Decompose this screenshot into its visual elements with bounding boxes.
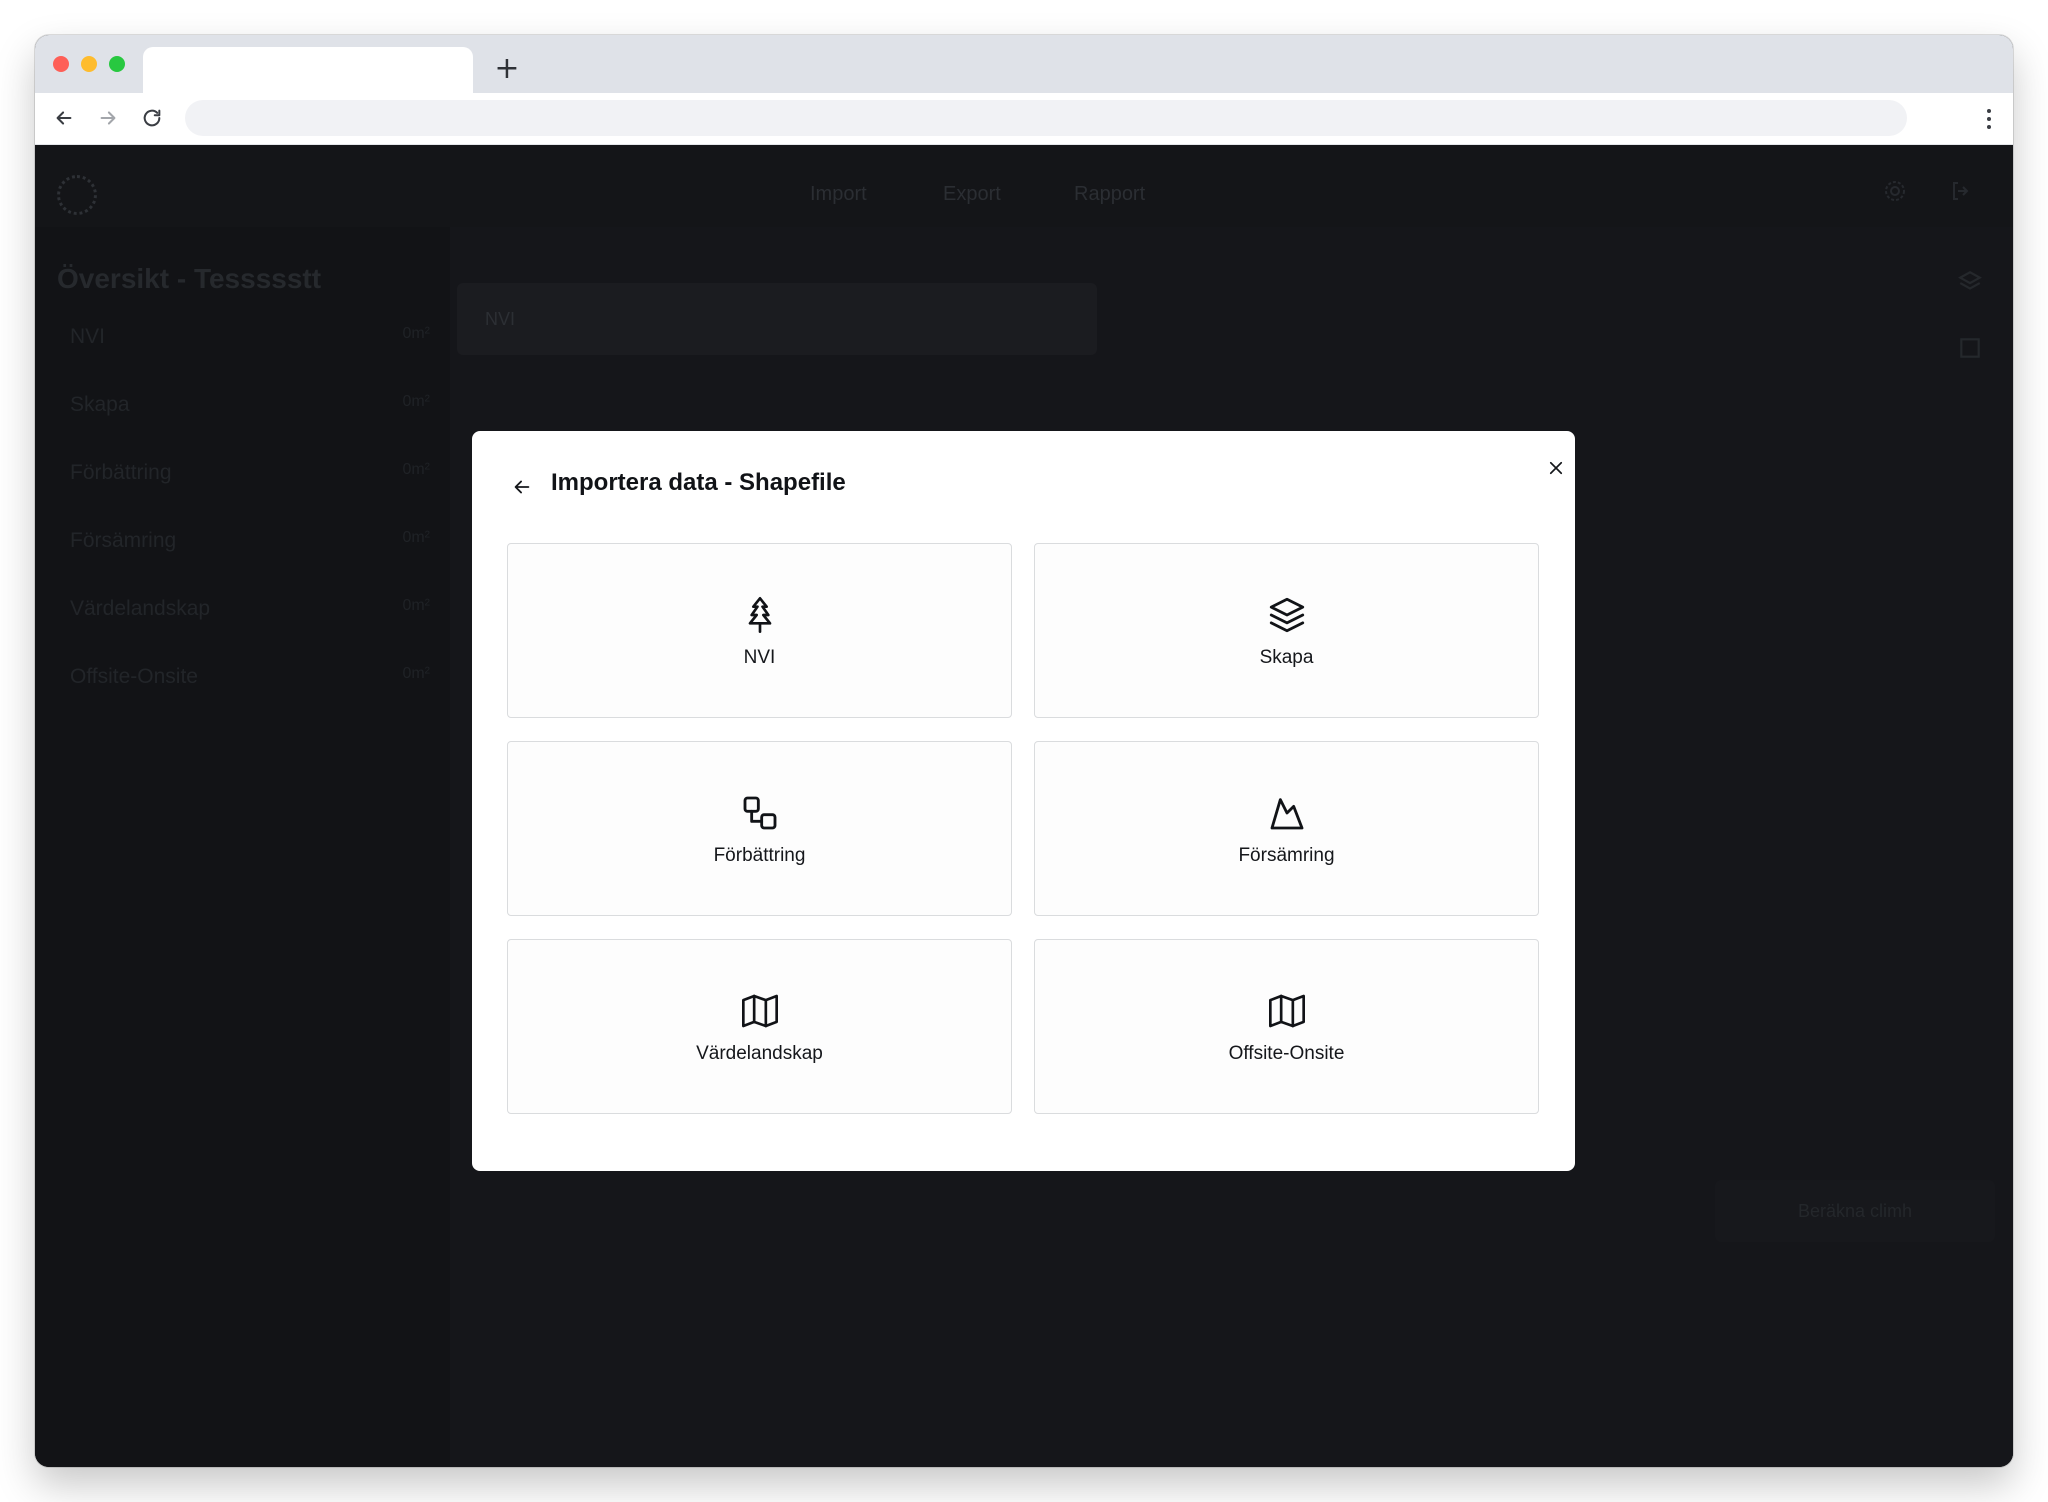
reload-button[interactable] <box>137 103 167 133</box>
sidebar-item-offsite-onsite[interactable]: Offsite-Onsite 0m² <box>70 665 430 705</box>
close-icon <box>1549 461 1563 475</box>
workflow-icon <box>738 791 782 835</box>
import-option-label: Skapa <box>1259 646 1314 668</box>
sidebar-item-label: Värdelandskap <box>70 597 211 620</box>
sidebar-item-value: 0m² <box>402 461 430 478</box>
reload-icon <box>143 109 161 127</box>
import-option-forsamring[interactable]: Försämring <box>1034 741 1539 916</box>
menu-import[interactable]: Import <box>810 183 867 206</box>
layers-icon <box>1265 593 1309 637</box>
import-option-label: NVI <box>743 646 776 668</box>
sidebar-title: Översikt - Tessssstt <box>57 263 322 294</box>
sidebar-item-value: 0m² <box>402 325 430 342</box>
sidebar-item-vardelandskap[interactable]: Värdelandskap 0m² <box>70 597 430 637</box>
layer-select[interactable]: NVI <box>485 309 515 330</box>
logout-icon[interactable] <box>1949 179 1973 203</box>
sidebar-item-label: Förbättring <box>70 461 172 484</box>
new-tab-button[interactable]: + <box>491 53 523 85</box>
import-option-nvi[interactable]: NVI <box>507 543 1012 718</box>
browser-window: + Import Export Rapport Översikt - Tesss… <box>35 35 2013 1467</box>
arrow-left-icon <box>514 480 530 494</box>
import-option-label: Försämring <box>1238 844 1335 866</box>
app-logo <box>57 175 97 215</box>
sidebar-item-forbattring[interactable]: Förbättring 0m² <box>70 461 430 501</box>
layers-control-icon[interactable] <box>1957 269 1983 295</box>
arrow-left-icon <box>56 111 72 125</box>
browser-tab[interactable] <box>143 47 473 93</box>
browser-tab-strip: + <box>35 35 2013 93</box>
sidebar-item-skapa[interactable]: Skapa 0m² <box>70 393 430 433</box>
sidebar-item-label: Skapa <box>70 393 130 416</box>
mountain-icon <box>1265 791 1309 835</box>
sidebar-item-value: 0m² <box>402 665 430 682</box>
import-option-forbattring[interactable]: Förbättring <box>507 741 1012 916</box>
map-icon <box>738 989 782 1033</box>
import-options-grid: NVI Skapa Förbättring Försämring Värdela… <box>507 543 1539 1114</box>
minimize-window-button[interactable] <box>81 56 97 72</box>
menu-rapport[interactable]: Rapport <box>1074 183 1145 206</box>
forward-button[interactable] <box>93 103 123 133</box>
sidebar-item-value: 0m² <box>402 393 430 410</box>
address-bar[interactable] <box>185 100 1907 136</box>
menu-export[interactable]: Export <box>943 183 1001 206</box>
back-button[interactable] <box>510 475 534 499</box>
close-button[interactable] <box>1543 455 1569 481</box>
import-option-vardelandskap[interactable]: Värdelandskap <box>507 939 1012 1114</box>
map-toolbar: NVI <box>457 283 1097 355</box>
back-button[interactable] <box>49 103 79 133</box>
import-modal: Importera data - Shapefile NVI Skapa För… <box>472 431 1575 1171</box>
app-header: Import Export Rapport <box>35 145 2013 227</box>
calculate-button[interactable]: Beräkna climh <box>1715 1180 1995 1242</box>
sidebar-item-forsamring[interactable]: Försämring 0m² <box>70 529 430 569</box>
fullscreen-icon[interactable] <box>1957 335 1983 361</box>
sidebar-item-label: Försämring <box>70 529 177 552</box>
sidebar-item-value: 0m² <box>402 597 430 614</box>
maximize-window-button[interactable] <box>109 56 125 72</box>
close-window-button[interactable] <box>53 56 69 72</box>
sidebar-item-label: NVI <box>70 325 106 348</box>
sidebar-item-nvi[interactable]: NVI 0m² <box>70 325 430 365</box>
map-icon <box>1265 989 1309 1033</box>
settings-icon[interactable] <box>1883 179 1907 203</box>
browser-toolbar <box>35 93 2013 145</box>
import-option-label: Offsite-Onsite <box>1228 1042 1345 1064</box>
tree-icon <box>738 593 782 637</box>
import-option-label: Värdelandskap <box>696 1042 823 1064</box>
import-option-label: Förbättring <box>713 844 806 866</box>
import-option-offsite-onsite[interactable]: Offsite-Onsite <box>1034 939 1539 1114</box>
arrow-right-icon <box>100 111 116 125</box>
import-option-skapa[interactable]: Skapa <box>1034 543 1539 718</box>
browser-menu-button[interactable] <box>1983 105 1995 133</box>
sidebar-item-value: 0m² <box>402 529 430 546</box>
sidebar: Översikt - Tessssstt NVI 0m² Skapa 0m² F… <box>35 227 450 1467</box>
sidebar-item-label: Offsite-Onsite <box>70 665 198 688</box>
modal-title: Importera data - Shapefile <box>551 469 846 496</box>
